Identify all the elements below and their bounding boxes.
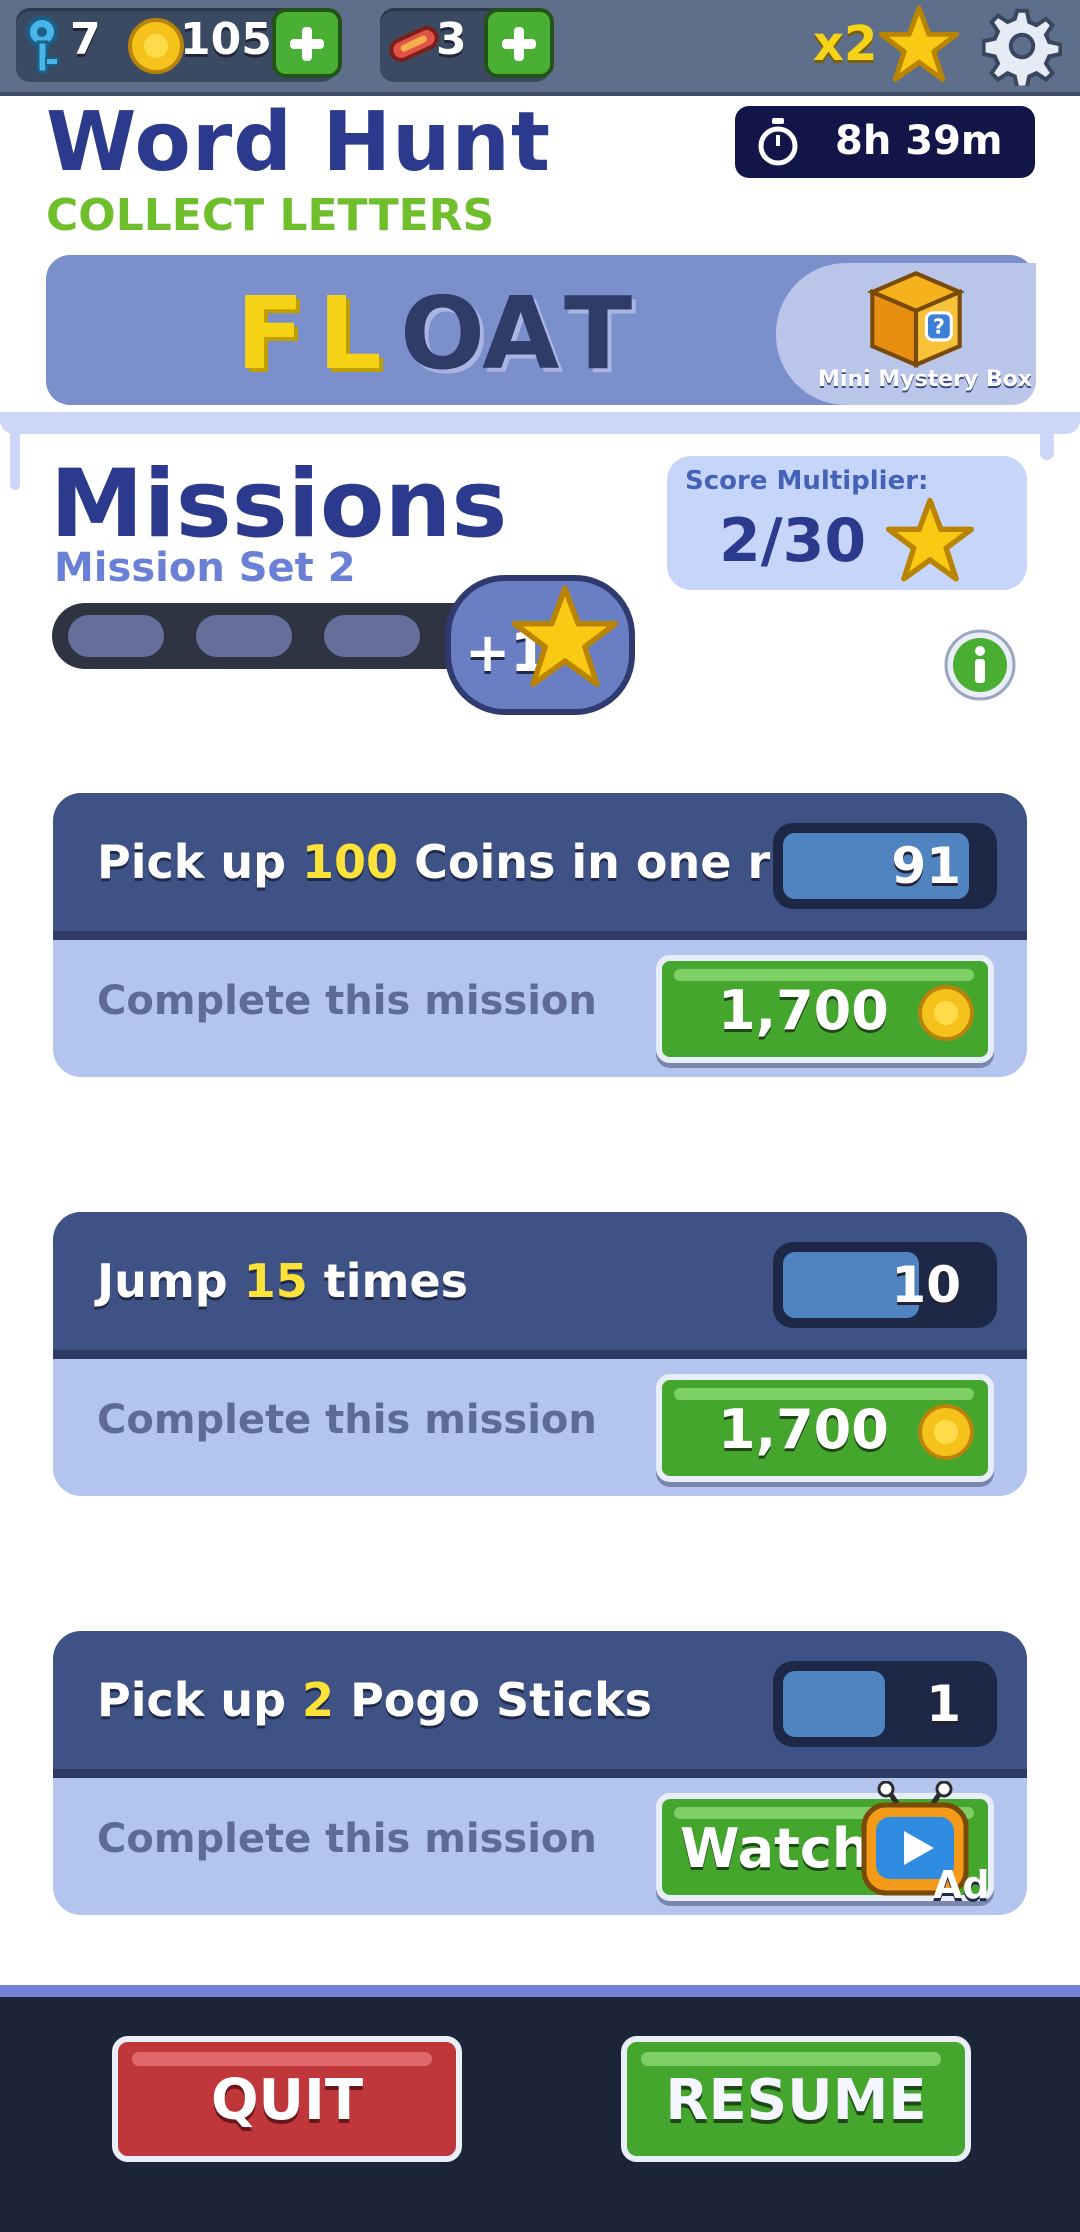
key-icon — [26, 16, 59, 74]
score-multiplier-box: Score Multiplier: 2/30 — [667, 456, 1027, 590]
prize-label: Mini Mystery Box — [818, 367, 1032, 392]
quit-button[interactable]: QUIT — [112, 2036, 462, 2162]
timer-text: 8h 39m — [835, 118, 1003, 164]
gear-icon[interactable] — [982, 6, 1062, 86]
coin-icon — [128, 18, 184, 74]
mission-description: Pick up 100 Coins in one run — [97, 835, 836, 889]
button-shine — [132, 2052, 432, 2066]
star-icon — [511, 585, 619, 687]
add-boards-button[interactable] — [484, 8, 554, 78]
progress-segment — [324, 615, 420, 657]
mission-progress-counter: 10 — [773, 1242, 997, 1328]
coin-icon — [918, 985, 974, 1041]
mission-header: Pick up 2 Pogo Sticks 1 — [53, 1631, 1027, 1778]
multiplier-bonus-badge: +1 — [445, 575, 635, 715]
complete-label: Complete this mission — [97, 1397, 597, 1443]
mission-target: 2 — [302, 1673, 335, 1727]
score-label: Score Multiplier: — [685, 466, 929, 496]
reward-value: 1,700 — [718, 979, 889, 1042]
mission-header: Pick up 100 Coins in one run 91 — [53, 793, 1027, 940]
ad-label: Ad — [933, 1863, 990, 1907]
mission-description: Jump 15 times — [97, 1254, 469, 1308]
coins-count: 105 — [180, 14, 272, 65]
multiplier-label: x2 — [813, 16, 878, 72]
quit-label: QUIT — [210, 2068, 364, 2133]
mission-description: Pick up 2 Pogo Sticks — [97, 1673, 653, 1727]
mission-target: 100 — [302, 835, 399, 889]
coin-icon — [918, 1404, 974, 1460]
mission-progress-counter: 91 — [773, 823, 997, 909]
mission-card: Pick up 100 Coins in one run 91 Complete… — [53, 793, 1027, 1077]
complete-label: Complete this mission — [97, 978, 597, 1024]
complete-mission-button[interactable]: 1,700 — [656, 955, 994, 1063]
mission-progress-count: 91 — [891, 837, 961, 895]
hoverboard-icon — [389, 26, 439, 62]
word-letter: L — [318, 275, 382, 392]
star-icon — [878, 5, 960, 82]
score-value: 2/30 — [719, 506, 867, 576]
event-timer: 8h 39m — [735, 106, 1035, 178]
missions-title: Missions — [50, 450, 508, 559]
mission-progress-counter: 1 — [773, 1661, 997, 1747]
word-letter: F — [236, 275, 305, 392]
resume-button[interactable]: RESUME — [621, 2036, 971, 2162]
watch-label: Watch — [680, 1817, 871, 1880]
word-banner: FLOAT ? Mini Mystery Box — [46, 255, 1036, 405]
complete-label: Complete this mission — [97, 1816, 597, 1862]
drip-right — [1040, 420, 1054, 460]
mission-card: Pick up 2 Pogo Sticks 1 Complete this mi… — [53, 1631, 1027, 1915]
mission-set-progress — [52, 603, 492, 669]
mystery-box-icon[interactable]: ? — [864, 265, 968, 369]
info-icon[interactable] — [942, 627, 1018, 703]
mission-set-label: Mission Set 2 — [54, 545, 356, 591]
drip-left — [10, 420, 20, 490]
word-letter: A — [482, 275, 560, 392]
svg-text:?: ? — [933, 315, 945, 339]
word-letters: FLOAT — [236, 255, 656, 405]
progress-segment — [68, 615, 164, 657]
stopwatch-icon — [758, 118, 798, 166]
word-letter: O — [400, 275, 486, 392]
star-icon — [885, 497, 975, 582]
event-title: Word Hunt — [46, 95, 552, 190]
complete-mission-button[interactable]: 1,700 — [656, 1374, 994, 1482]
mission-card: Jump 15 times 10 Complete this mission 1… — [53, 1212, 1027, 1496]
event-subtitle: COLLECT LETTERS — [46, 190, 495, 241]
mission-progress-fill — [783, 1671, 885, 1737]
mission-progress-count: 1 — [926, 1675, 961, 1733]
add-coins-button[interactable] — [272, 8, 342, 78]
mission-target: 15 — [243, 1254, 308, 1308]
progress-segment — [196, 615, 292, 657]
mission-progress-count: 10 — [891, 1256, 961, 1314]
button-shine — [641, 2052, 941, 2066]
reward-value: 1,700 — [718, 1398, 889, 1461]
keys-count: 7 — [70, 14, 101, 65]
resume-label: RESUME — [665, 2068, 927, 2133]
boards-count: 3 — [436, 14, 467, 65]
mission-header: Jump 15 times 10 — [53, 1212, 1027, 1359]
word-letter: T — [564, 275, 633, 392]
drip-divider — [0, 412, 1080, 434]
